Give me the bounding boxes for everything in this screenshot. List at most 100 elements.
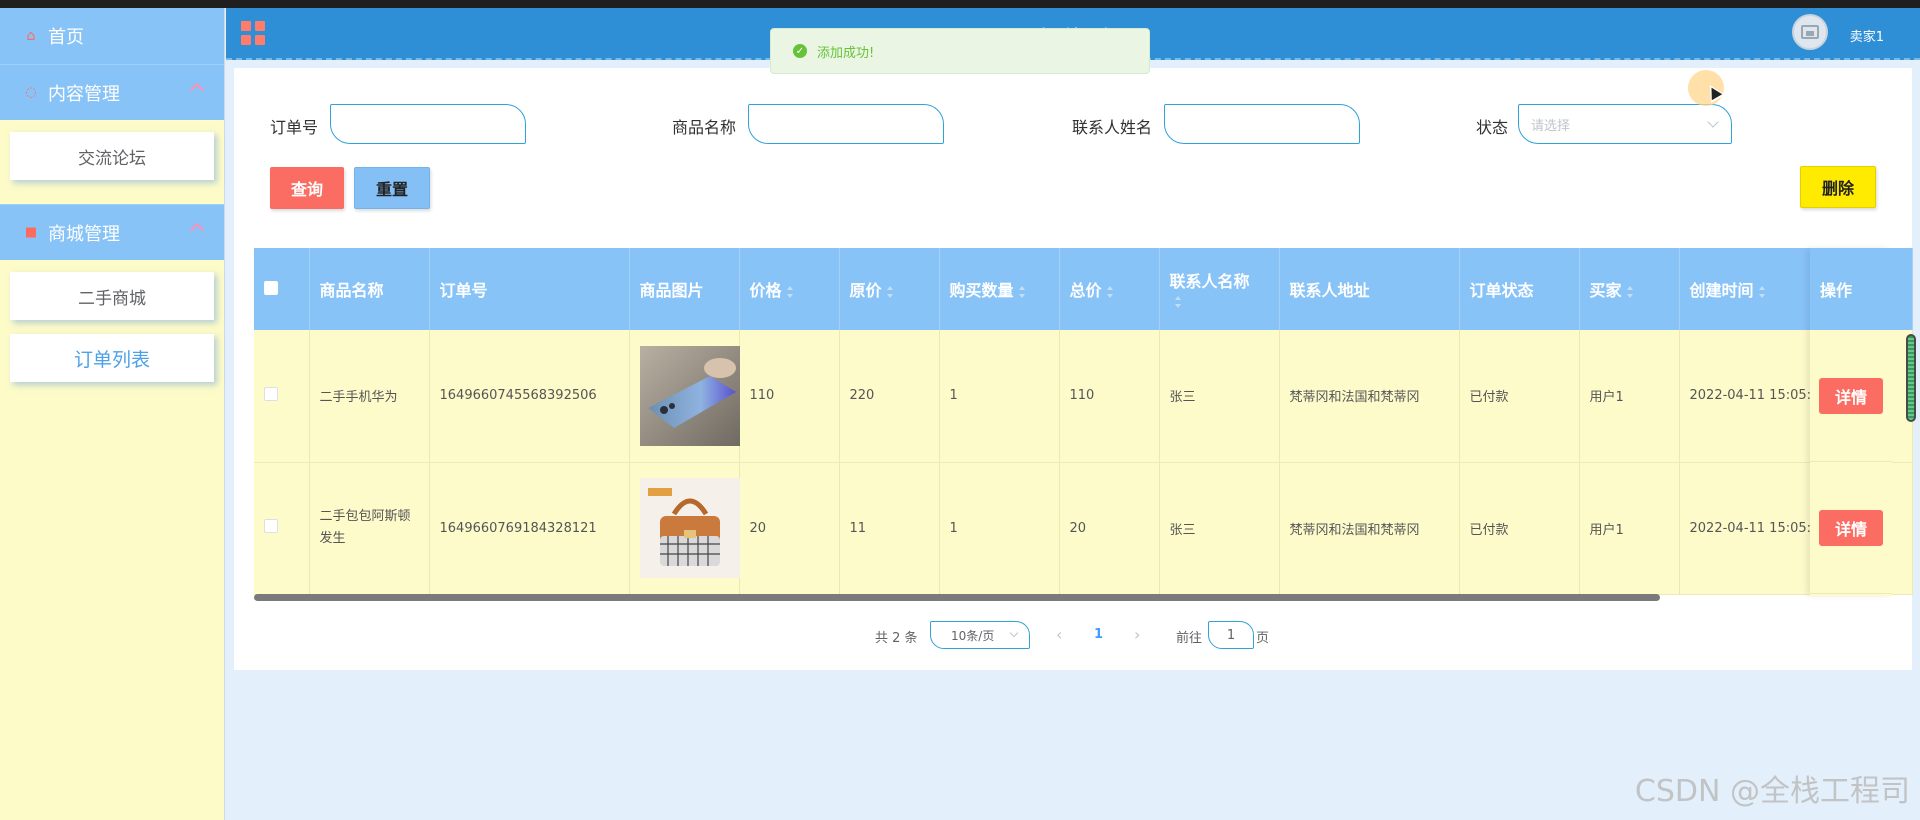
chat-icon: ◌ xyxy=(25,85,37,100)
cell-contact-name: 张三 xyxy=(1159,462,1280,595)
cell-price: 20 xyxy=(739,462,840,595)
col-header-contact-address: 联系人地址 xyxy=(1279,248,1460,330)
select-all-cell xyxy=(254,248,310,330)
cell-status: 已付款 xyxy=(1459,330,1580,463)
sort-icon[interactable] xyxy=(786,285,793,298)
cell-price: 110 xyxy=(739,330,840,463)
row-checkbox[interactable] xyxy=(264,386,278,401)
col-header-contact-name[interactable]: 联系人名称 xyxy=(1159,248,1280,330)
avatar[interactable] xyxy=(1792,14,1828,50)
row-select-cell xyxy=(254,330,310,463)
sidebar-group-content[interactable]: ◌ 内容管理 xyxy=(0,64,224,120)
col-header-original-price[interactable]: 原价 xyxy=(839,248,940,330)
sort-icon[interactable] xyxy=(1626,285,1633,298)
sidebar-item-forum[interactable]: 交流论坛 xyxy=(10,132,214,180)
col-header-order-no: 订单号 xyxy=(429,248,630,330)
user-name[interactable]: 卖家1 xyxy=(1850,26,1884,45)
sidebar-submenu-content: 交流论坛 xyxy=(0,120,224,204)
page-size-select[interactable]: 10条/页 xyxy=(930,621,1030,649)
col-header-status: 订单状态 xyxy=(1459,248,1580,330)
cell-product-image xyxy=(629,330,740,463)
select-all-checkbox[interactable] xyxy=(264,280,278,295)
page-vertical-scrollbar[interactable] xyxy=(1906,334,1916,422)
image-icon xyxy=(1801,25,1819,39)
col-header-total[interactable]: 总价 xyxy=(1059,248,1160,330)
check-circle-icon: ✓ xyxy=(793,44,807,58)
col-header-label: 买家 xyxy=(1589,281,1622,300)
orders-table: 商品名称 订单号 商品图片 价格 原价 购买数量 总价 联系人名称 联系人地址 … xyxy=(254,248,1913,595)
col-header-label: 创建时间 xyxy=(1689,281,1754,300)
col-header-label: 联系人名称 xyxy=(1169,271,1250,291)
reset-button[interactable]: 重置 xyxy=(354,167,430,209)
pagination: 共 2 条 10条/页 ‹ 1 › 前往 1 页 xyxy=(234,621,1912,651)
sidebar-group-shop[interactable]: ■ 商城管理 xyxy=(0,204,224,260)
cell-original-price: 11 xyxy=(839,462,940,595)
delete-button[interactable]: 删除 xyxy=(1800,166,1876,208)
sort-icon[interactable] xyxy=(1018,285,1025,298)
detail-button[interactable]: 详情 xyxy=(1819,509,1883,546)
cell-quantity: 1 xyxy=(939,462,1060,595)
sort-icon[interactable] xyxy=(1106,285,1113,298)
pagination-total: 共 2 条 xyxy=(875,631,918,646)
col-header-quantity[interactable]: 购买数量 xyxy=(939,248,1060,330)
operation-cell: 详情 xyxy=(1810,462,1892,594)
product-name-label: 商品名称 xyxy=(672,118,737,137)
cell-order-no: 1649660769184328121 xyxy=(429,462,630,595)
status-select[interactable]: 请选择 xyxy=(1518,104,1732,144)
status-label: 状态 xyxy=(1476,118,1509,137)
sort-icon[interactable] xyxy=(886,285,893,298)
sidebar-submenu-shop: 二手商城 订单列表 xyxy=(0,260,224,406)
cell-buyer: 用户1 xyxy=(1579,462,1680,595)
goto-page-input[interactable]: 1 xyxy=(1208,621,1254,649)
watermark: CSDN @全栈工程司 xyxy=(1634,774,1910,809)
col-header-buyer[interactable]: 买家 xyxy=(1579,248,1680,330)
cell-contact-address: 梵蒂冈和法国和梵蒂冈 xyxy=(1279,330,1460,463)
page-size-value: 10条/页 xyxy=(951,628,995,643)
sidebar-item-home[interactable]: ⌂ 首页 xyxy=(0,8,224,64)
prev-page-icon[interactable]: ‹ xyxy=(1056,625,1062,644)
contact-name-input[interactable] xyxy=(1164,104,1360,144)
sort-icon[interactable] xyxy=(1758,285,1765,298)
sidebar-item-order-list[interactable]: 订单列表 xyxy=(10,334,214,382)
chevron-up-icon xyxy=(189,222,205,238)
next-page-icon[interactable]: › xyxy=(1134,625,1140,644)
order-no-input[interactable] xyxy=(330,104,526,144)
goto-label: 前往 xyxy=(1176,631,1203,646)
cell-quantity: 1 xyxy=(939,330,1060,463)
product-name-input[interactable] xyxy=(748,104,944,144)
sidebar-item-second-hand-shop[interactable]: 二手商城 xyxy=(10,272,214,320)
cell-total: 110 xyxy=(1059,330,1160,463)
cell-product-image xyxy=(629,462,740,595)
col-header-operations: 操作 xyxy=(1810,248,1892,330)
product-image-bag[interactable] xyxy=(639,478,740,578)
table-row: 二手手机华为 1649660745568392506 110 220 1 110… xyxy=(254,330,1913,463)
sidebar: ⌂ 首页 ◌ 内容管理 交流论坛 ■ 商城管理 二手商城 订单列表 xyxy=(0,8,225,820)
chevron-up-icon xyxy=(189,82,205,98)
table-horizontal-scrollbar[interactable] xyxy=(254,594,1660,601)
table-header-row: 商品名称 订单号 商品图片 价格 原价 购买数量 总价 联系人名称 联系人地址 … xyxy=(254,248,1913,330)
status-placeholder: 请选择 xyxy=(1531,118,1571,134)
cell-total: 20 xyxy=(1059,462,1160,595)
row-checkbox[interactable] xyxy=(264,519,278,533)
home-icon: ⌂ xyxy=(26,28,36,44)
table-row: 二手包包阿斯顿发生 1649660769184328121 20 11 1 20… xyxy=(254,462,1913,595)
query-button[interactable]: 查询 xyxy=(270,167,344,209)
sort-icon[interactable] xyxy=(1174,296,1181,308)
order-list-panel: 订单号 商品名称 联系人姓名 状态 请选择 查询 重置 删除 商品名称 订单号 … xyxy=(234,68,1913,670)
product-image-phone[interactable] xyxy=(639,345,740,446)
contact-name-label: 联系人姓名 xyxy=(1072,118,1153,137)
top-strip xyxy=(0,0,1920,8)
toast-message: 添加成功! xyxy=(817,45,875,61)
cell-order-no: 1649660745568392506 xyxy=(429,330,630,463)
col-header-label: 总价 xyxy=(1069,281,1102,300)
order-no-label: 订单号 xyxy=(270,118,319,137)
col-header-label: 原价 xyxy=(849,281,882,300)
page-number[interactable]: 1 xyxy=(1094,627,1103,642)
chevron-down-icon xyxy=(1009,628,1019,638)
cell-buyer: 用户1 xyxy=(1579,330,1680,463)
col-header-product-name: 商品名称 xyxy=(309,248,430,330)
detail-button[interactable]: 详情 xyxy=(1819,377,1883,414)
operation-cell: 详情 xyxy=(1810,330,1892,462)
col-header-price[interactable]: 价格 xyxy=(739,248,840,330)
success-toast: ✓ 添加成功! xyxy=(770,28,1150,74)
